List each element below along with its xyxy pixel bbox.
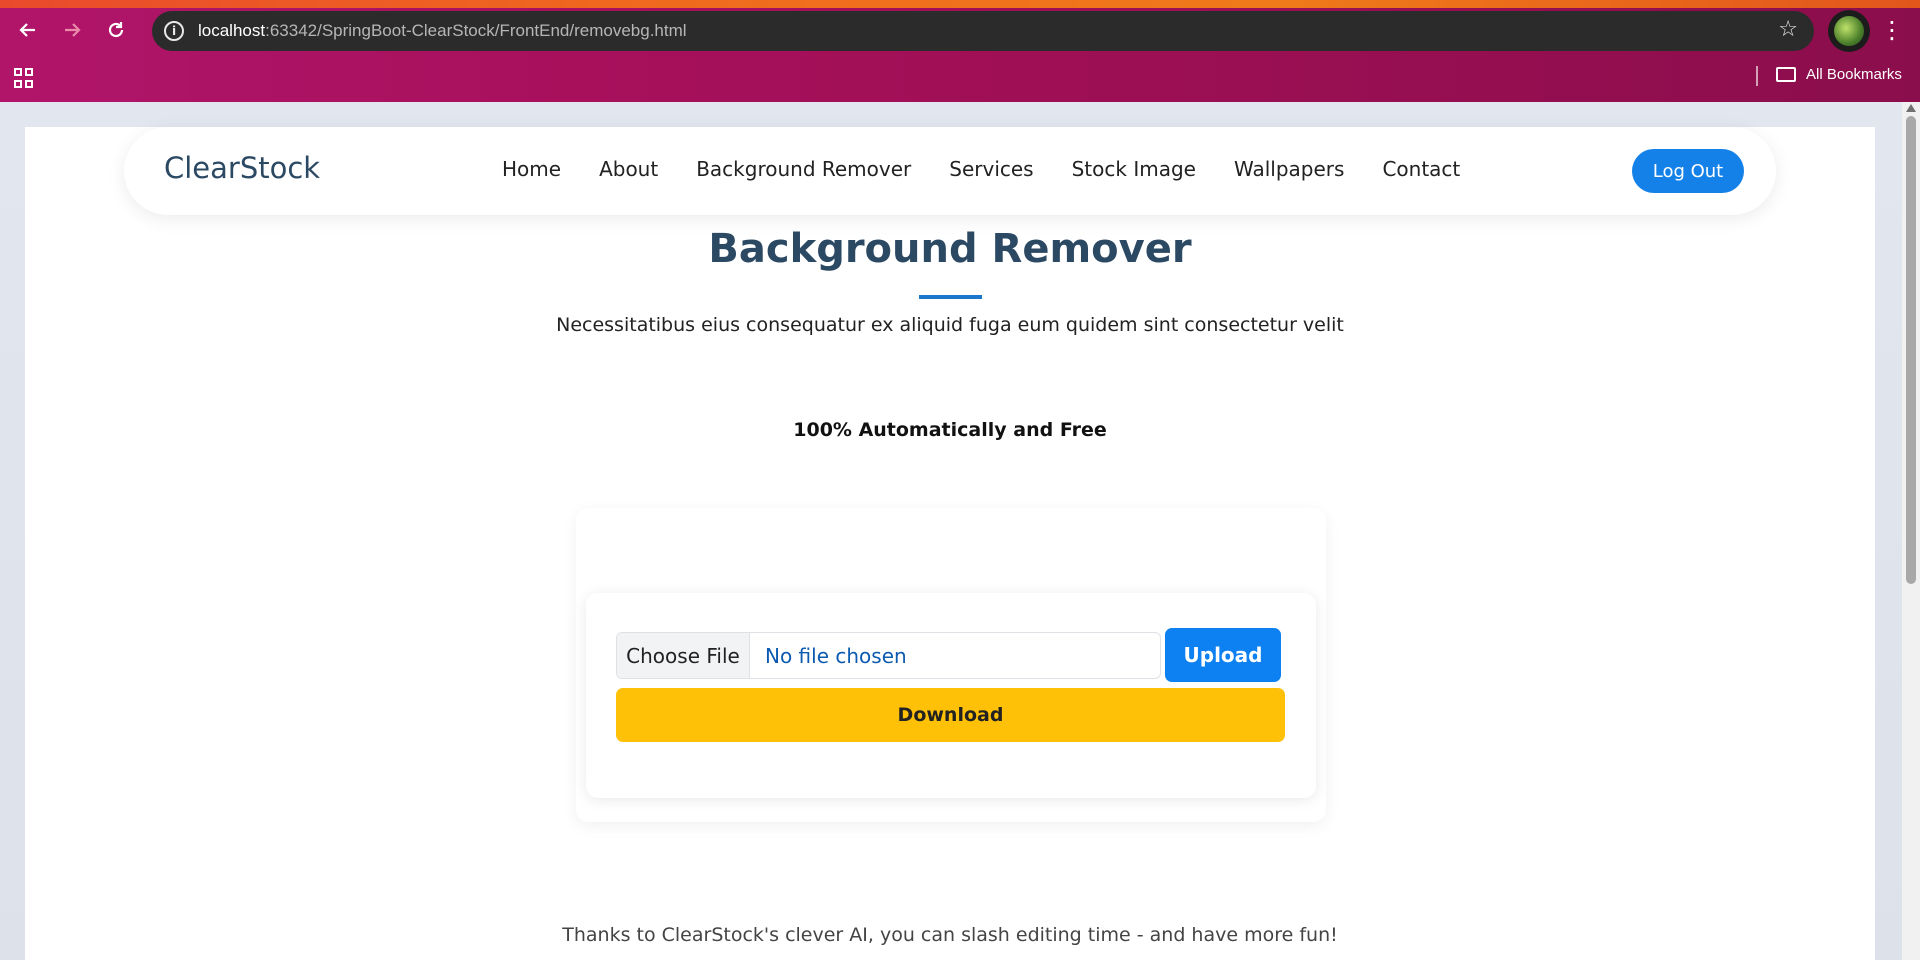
file-status: No file chosen bbox=[765, 643, 907, 668]
url-host: localhost bbox=[198, 21, 266, 40]
nav-stock-image[interactable]: Stock Image bbox=[1072, 157, 1196, 181]
star-icon[interactable]: ☆ bbox=[1778, 17, 1798, 42]
file-input[interactable]: Choose File No file chosen bbox=[616, 632, 1161, 679]
download-button[interactable]: Download bbox=[616, 688, 1285, 742]
nav-home[interactable]: Home bbox=[502, 157, 561, 181]
url-path: :63342/SpringBoot-ClearStock/FrontEnd/re… bbox=[265, 21, 687, 40]
apps-grid-icon[interactable] bbox=[14, 68, 34, 88]
bookmarks-divider bbox=[1756, 66, 1758, 86]
brand-logo[interactable]: ClearStock bbox=[164, 151, 320, 185]
scroll-up-icon[interactable] bbox=[1906, 104, 1916, 112]
folder-icon[interactable] bbox=[1776, 67, 1796, 82]
url-text[interactable]: localhost:63342/SpringBoot-ClearStock/Fr… bbox=[198, 21, 687, 41]
tab-strip bbox=[0, 0, 1920, 8]
reload-icon[interactable] bbox=[100, 14, 132, 46]
nav-about[interactable]: About bbox=[599, 157, 658, 181]
main-menu: Home About Background Remover Services S… bbox=[502, 157, 1498, 181]
bookmarks-bar bbox=[0, 60, 1920, 102]
vertical-scrollbar[interactable] bbox=[1902, 102, 1920, 960]
all-bookmarks-link[interactable]: All Bookmarks bbox=[1806, 66, 1902, 83]
upload-button[interactable]: Upload bbox=[1165, 628, 1281, 682]
nav-services[interactable]: Services bbox=[949, 157, 1033, 181]
site-navbar: ClearStock Home About Background Remover… bbox=[124, 127, 1776, 215]
page-subtitle: Necessitatibus eius consequatur ex aliqu… bbox=[556, 314, 1344, 336]
forward-arrow-icon[interactable] bbox=[56, 14, 88, 46]
tagline: 100% Automatically and Free bbox=[793, 419, 1107, 441]
title-underline bbox=[919, 295, 982, 299]
info-icon[interactable]: i bbox=[164, 21, 184, 41]
nav-contact[interactable]: Contact bbox=[1382, 157, 1460, 181]
address-bar[interactable]: i localhost:63342/SpringBoot-ClearStock/… bbox=[152, 11, 1814, 51]
kebab-menu-icon[interactable]: ⋮ bbox=[1880, 18, 1904, 42]
page-title: Background Remover bbox=[708, 226, 1192, 272]
scrollbar-thumb[interactable] bbox=[1906, 116, 1916, 584]
logout-button[interactable]: Log Out bbox=[1632, 149, 1744, 193]
nav-wallpapers[interactable]: Wallpapers bbox=[1234, 157, 1344, 181]
back-arrow-icon[interactable] bbox=[12, 14, 44, 46]
avatar-image bbox=[1834, 16, 1864, 46]
nav-background-remover[interactable]: Background Remover bbox=[696, 157, 911, 181]
profile-avatar[interactable] bbox=[1828, 10, 1870, 52]
choose-file-button[interactable]: Choose File bbox=[617, 633, 750, 678]
footer-text: Thanks to ClearStock's clever AI, you ca… bbox=[562, 924, 1338, 946]
